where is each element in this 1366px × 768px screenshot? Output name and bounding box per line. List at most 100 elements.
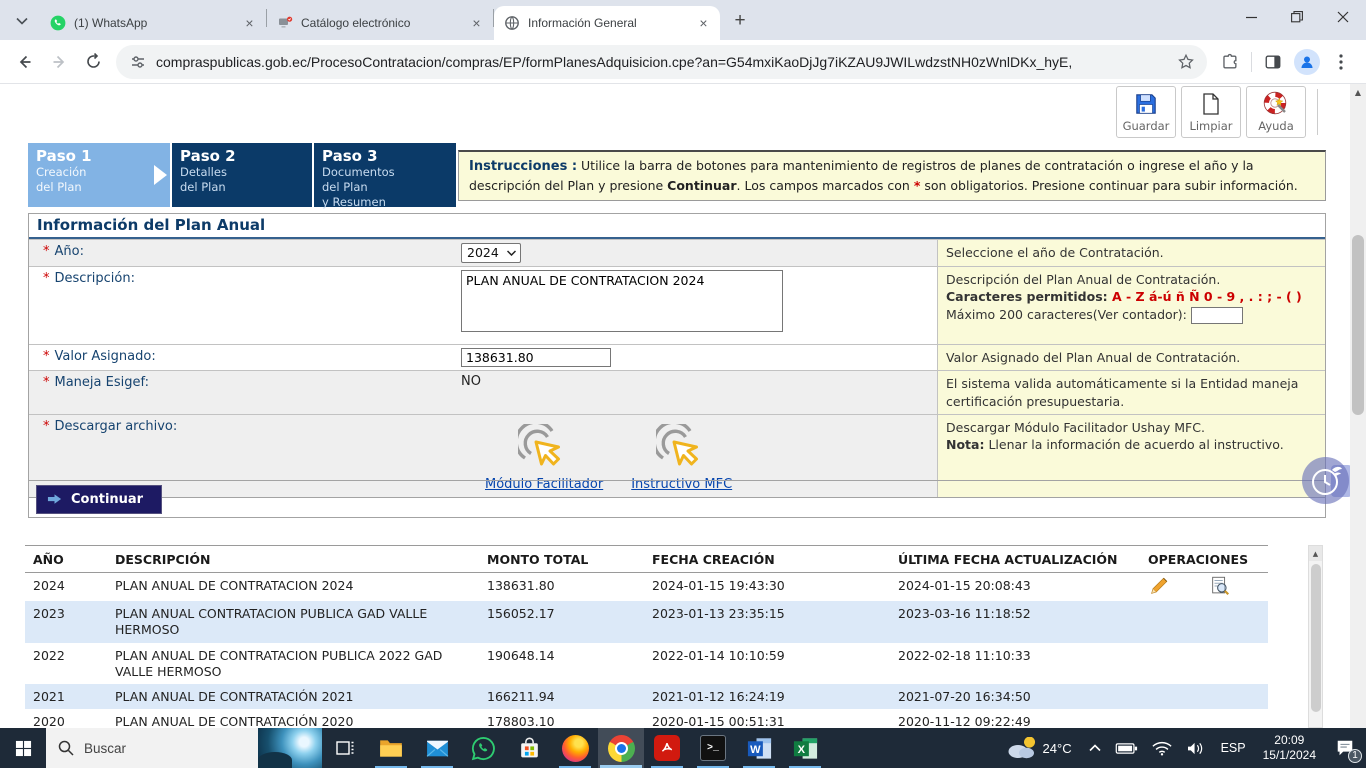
mail-button[interactable]	[414, 728, 460, 768]
window-controls	[1228, 0, 1366, 34]
start-button[interactable]	[0, 728, 46, 768]
system-tray: 24°C ESP 20:09 15/1/2024	[996, 728, 1366, 768]
action-center-button[interactable]: 1	[1324, 728, 1366, 768]
table-scrollbar[interactable]: ▲	[1308, 545, 1323, 728]
table-row[interactable]: 2023 PLAN ANUAL CONTRATACION PUBLICA GAD…	[25, 601, 1268, 643]
site-settings-icon[interactable]	[130, 54, 146, 70]
form-title: Información del Plan Anual	[29, 214, 1325, 239]
side-panel-button[interactable]	[1256, 45, 1290, 79]
chrome-button[interactable]	[598, 728, 644, 768]
tray-expand-button[interactable]	[1082, 744, 1108, 752]
tab-informacion-general[interactable]: Información General ×	[494, 6, 720, 40]
help-label: Ayuda	[1258, 119, 1294, 133]
tab-search-button[interactable]	[8, 7, 36, 35]
table-row[interactable]: 2021 PLAN ANUAL DE CONTRATACIÓN 2021 166…	[25, 684, 1268, 709]
search-box-image[interactable]	[258, 728, 322, 768]
tab-close-icon[interactable]: ×	[241, 15, 258, 32]
descripcion-textarea[interactable]: PLAN ANUAL DE CONTRATACION 2024	[461, 270, 783, 332]
profile-button[interactable]	[1290, 45, 1324, 79]
step-arrow-icon	[154, 165, 167, 185]
search-icon	[58, 740, 74, 756]
command-prompt-button[interactable]: >_	[690, 728, 736, 768]
page-scrollbar[interactable]: ▲	[1350, 84, 1366, 728]
url-text[interactable]: compraspublicas.gob.ec/ProcesoContrataci…	[156, 54, 1171, 70]
microsoft-store-button[interactable]	[506, 728, 552, 768]
char-counter-input[interactable]	[1191, 307, 1243, 324]
step-line: del Plan	[36, 180, 162, 195]
instructions-text: . Los campos marcados con	[737, 178, 914, 193]
instructions-label: Instrucciones :	[469, 159, 577, 174]
close-button[interactable]	[1320, 0, 1366, 34]
descargar-help-2: Llenar la información de acuerdo al inst…	[984, 437, 1283, 452]
restore-button[interactable]	[1274, 0, 1320, 34]
minimize-icon	[1246, 12, 1257, 23]
help-button[interactable]: Ayuda	[1246, 86, 1306, 138]
extensions-button[interactable]	[1213, 45, 1247, 79]
back-button[interactable]	[8, 45, 42, 79]
scroll-up-arrow[interactable]: ▲	[1350, 84, 1366, 100]
acrobat-button[interactable]	[644, 728, 690, 768]
whatsapp-button[interactable]	[460, 728, 506, 768]
scroll-up-arrow[interactable]: ▲	[1309, 546, 1322, 561]
page-scrollbar-thumb[interactable]	[1352, 235, 1364, 415]
step-1-creacion: Paso 1 Creación del Plan	[28, 143, 170, 207]
clock-widget[interactable]: 20:09 15/1/2024	[1255, 733, 1324, 763]
battery-icon	[1115, 742, 1138, 755]
tab-catalogo[interactable]: Catálogo electrónico ×	[267, 6, 493, 40]
continuar-button[interactable]: Continuar	[36, 485, 162, 514]
step-line: Creación	[36, 165, 162, 180]
browser-menu-button[interactable]	[1324, 45, 1358, 79]
col-monto: MONTO TOTAL	[479, 546, 644, 572]
planes-table: AÑO DESCRIPCIÓN MONTO TOTAL FECHA CREACI…	[25, 545, 1268, 728]
save-button[interactable]: Guardar	[1116, 86, 1176, 138]
language-indicator[interactable]: ESP	[1212, 741, 1255, 755]
clear-button[interactable]: Limpiar	[1181, 86, 1241, 138]
year-select[interactable]: 2024	[461, 243, 521, 263]
table-row[interactable]: 2020 PLAN ANUAL DE CONTRATACIÓN 2020 178…	[25, 709, 1268, 728]
new-tab-button[interactable]: +	[726, 7, 754, 35]
required-asterisk: *	[43, 271, 50, 286]
wifi-icon	[1152, 741, 1172, 756]
task-view-button[interactable]	[322, 728, 368, 768]
bookmark-star-icon[interactable]	[1177, 53, 1195, 71]
taskbar-search-box[interactable]: Buscar	[46, 728, 322, 768]
back-icon	[16, 53, 34, 71]
table-row[interactable]: 2022 PLAN ANUAL DE CONTRATACION PUBLICA …	[25, 643, 1268, 685]
descargar-help-1: Descargar Módulo Facilitador Ushay MFC.	[946, 419, 1317, 436]
col-ultima-actualizacion: ÚLTIMA FECHA ACTUALIZACIÓN	[890, 546, 1140, 572]
word-button[interactable]: W	[736, 728, 782, 768]
click-cursor-icon	[518, 424, 570, 476]
minimize-button[interactable]	[1228, 0, 1274, 34]
select-chevron-icon	[507, 250, 516, 256]
step-title: Paso 1	[36, 147, 162, 165]
desktop-screen: (1) WhatsApp × Catálogo electrónico × In…	[0, 0, 1366, 768]
battery-indicator[interactable]	[1108, 742, 1145, 755]
address-bar[interactable]: compraspublicas.gob.ec/ProcesoContrataci…	[116, 45, 1207, 79]
tab-whatsapp[interactable]: (1) WhatsApp ×	[40, 6, 266, 40]
view-document-magnifier-icon[interactable]	[1209, 575, 1231, 597]
time: 20:09	[1263, 733, 1316, 748]
whatsapp-icon	[50, 15, 66, 31]
floating-clock-widget[interactable]	[1302, 457, 1349, 504]
weather-widget[interactable]: 24°C	[996, 737, 1082, 759]
store-icon	[517, 736, 542, 761]
table-scrollbar-thumb[interactable]	[1311, 564, 1321, 712]
excel-button[interactable]: X	[782, 728, 828, 768]
firefox-button[interactable]	[552, 728, 598, 768]
forward-button[interactable]	[42, 45, 76, 79]
tab-close-icon[interactable]: ×	[695, 15, 712, 32]
floppy-disk-icon	[1133, 91, 1159, 117]
valor-asignado-input[interactable]	[461, 348, 611, 367]
file-explorer-button[interactable]	[368, 728, 414, 768]
plan-anual-form: Información del Plan Anual *Año: 2024 Se…	[28, 213, 1326, 498]
table-row[interactable]: 2024 PLAN ANUAL DE CONTRATACION 2024 138…	[25, 573, 1268, 601]
tab-close-icon[interactable]: ×	[468, 15, 485, 32]
wifi-indicator[interactable]	[1145, 741, 1179, 756]
windows-taskbar: Buscar	[0, 728, 1366, 768]
reload-button[interactable]	[76, 45, 110, 79]
chrome-icon	[608, 735, 635, 762]
globe-icon	[504, 15, 520, 31]
volume-indicator[interactable]	[1179, 741, 1212, 756]
weather-cloud-moon-icon	[1006, 737, 1036, 759]
edit-pencil-icon[interactable]	[1148, 575, 1170, 597]
